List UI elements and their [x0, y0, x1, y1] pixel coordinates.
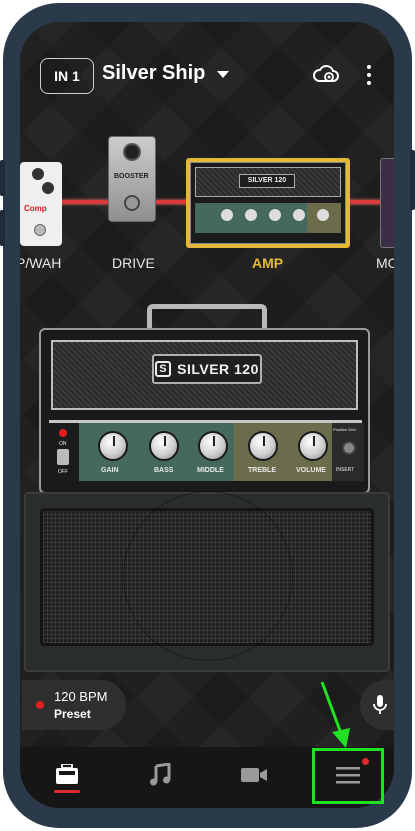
amp-logo-text: SILVER 120	[177, 361, 259, 377]
arrow-icon	[320, 681, 350, 748]
music-note-icon	[149, 763, 170, 786]
insert-panel: Positive Grid INSERT	[332, 423, 364, 481]
preset-title[interactable]: Silver Ship	[102, 62, 205, 85]
tempo-mode: Preset	[54, 707, 91, 721]
pedal-comp-label: Comp	[24, 204, 47, 213]
insert-jack-icon[interactable]	[342, 441, 356, 455]
chain-amp-selected[interactable]: SILVER 120	[186, 158, 350, 248]
cabinet-grille	[40, 491, 374, 661]
amp-logo-mark: S	[155, 361, 172, 377]
amp-logo: S SILVER 120	[152, 354, 262, 384]
insert-label: INSERT	[336, 467, 355, 473]
chain-label-amp[interactable]: AMP	[252, 255, 283, 271]
input-selector-button[interactable]: IN 1	[40, 58, 94, 94]
knob-treble[interactable]	[248, 431, 278, 461]
power-toggle[interactable]	[57, 449, 69, 465]
bpm-value: 120 BPM	[54, 689, 108, 704]
insert-brand-label: Positive Grid	[333, 427, 356, 432]
phone-side-button-right	[410, 150, 415, 210]
knob-gain-label: GAIN	[101, 467, 119, 474]
knob-middle-label: MIDDLE	[197, 467, 224, 474]
phone-side-button-left-2	[0, 210, 5, 246]
chain-label-drive[interactable]: DRIVE	[112, 255, 155, 271]
mini-amp-logo: SILVER 120	[239, 174, 295, 188]
knob-gain[interactable]	[98, 431, 128, 461]
phone-side-button-left	[0, 160, 5, 196]
knob-bass-label: BASS	[154, 467, 174, 474]
knob-volume-label: VOLUME	[296, 467, 326, 474]
chevron-down-icon[interactable]	[217, 71, 229, 78]
microphone-icon	[373, 695, 387, 714]
knob-volume[interactable]	[298, 431, 328, 461]
active-tab-indicator	[54, 790, 80, 793]
signal-chain: Comp Comp BOOSTER SILVER 120	[20, 132, 394, 292]
tab-music[interactable]	[113, 747, 206, 803]
chain-label-pwah[interactable]: P/WAH	[20, 255, 61, 271]
speaker-cone-outline	[123, 491, 293, 661]
cloud-sync-icon[interactable]	[312, 62, 340, 86]
tab-amp[interactable]	[20, 747, 113, 803]
highlight-box	[312, 748, 384, 804]
video-camera-icon	[240, 768, 267, 782]
header: IN 1 Silver Ship	[20, 50, 394, 98]
switch-off-label: OFF	[58, 469, 68, 475]
tempo-preset-pill[interactable]: 120 BPM Preset	[22, 680, 126, 730]
tab-video[interactable]	[207, 747, 300, 803]
pedal-comp[interactable]: Comp	[20, 162, 62, 246]
pedal-booster-name: BOOSTER	[114, 173, 149, 180]
amp-control-panel: ON OFF Positive Grid INSERT GAIN BASS MI…	[49, 420, 364, 481]
pedal-mod[interactable]	[380, 158, 394, 248]
power-switch-panel: ON OFF	[49, 423, 79, 481]
chain-label-mo[interactable]: MO	[376, 255, 394, 271]
amp-icon	[55, 764, 78, 784]
knob-middle[interactable]	[198, 431, 228, 461]
amp-head[interactable]: S SILVER 120 ON OFF Positive Grid INSERT…	[39, 328, 370, 494]
more-options-icon[interactable]	[363, 64, 375, 86]
knob-treble-label: TREBLE	[248, 467, 276, 474]
speaker-cabinet[interactable]	[24, 491, 390, 672]
record-dot-icon	[36, 701, 44, 709]
knob-bass[interactable]	[149, 431, 179, 461]
switch-on-label: ON	[59, 441, 67, 447]
pedal-booster[interactable]: Comp BOOSTER	[108, 136, 156, 222]
